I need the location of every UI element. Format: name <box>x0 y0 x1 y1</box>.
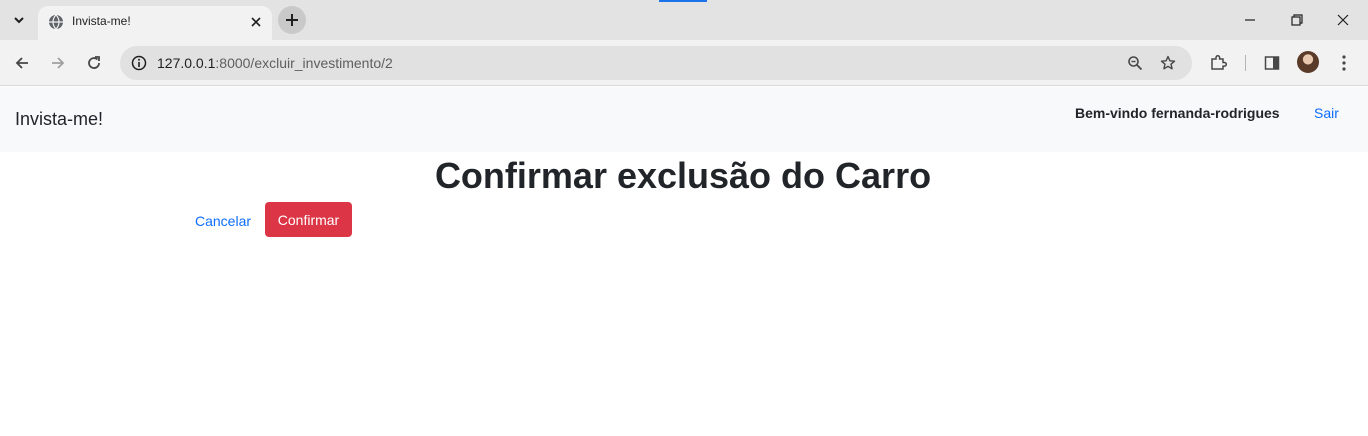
logout-link[interactable]: Sair <box>1314 105 1339 121</box>
browser-toolbar: 127.0.0.1:8000/excluir_investimento/2 <box>0 40 1368 86</box>
browser-tab[interactable]: Invista-me! <box>38 6 272 40</box>
minimize-icon[interactable] <box>1238 8 1262 32</box>
extensions-icon[interactable] <box>1204 49 1232 77</box>
back-icon[interactable] <box>8 49 36 77</box>
window-close-icon[interactable] <box>1331 8 1355 32</box>
plus-icon[interactable] <box>278 6 306 34</box>
restore-icon[interactable] <box>1285 8 1309 32</box>
browser-tab-strip: Invista-me! <box>0 0 1368 40</box>
brand-link[interactable]: Invista-me! <box>15 109 103 130</box>
forward-icon[interactable] <box>44 49 72 77</box>
tab-search-icon[interactable] <box>8 9 30 31</box>
info-icon[interactable] <box>128 52 150 74</box>
url-text[interactable]: 127.0.0.1:8000/excluir_investimento/2 <box>157 55 393 71</box>
site-navbar: Invista-me! Bem-vindo fernanda-rodrigues… <box>0 87 1368 152</box>
url-host: 127.0.0.1 <box>157 55 216 71</box>
page-title: Confirmar exclusão do Carro <box>434 155 932 196</box>
cancel-link[interactable]: Cancelar <box>195 213 251 229</box>
close-icon[interactable] <box>246 12 266 32</box>
zoom-icon[interactable] <box>1124 52 1146 74</box>
url-path: :8000/excluir_investimento/2 <box>215 55 393 71</box>
side-panel-icon[interactable] <box>1258 49 1286 77</box>
star-icon[interactable] <box>1157 52 1179 74</box>
tab-title: Invista-me! <box>72 14 131 28</box>
reload-icon[interactable] <box>80 49 108 77</box>
avatar[interactable] <box>1297 51 1319 73</box>
welcome-text: Bem-vindo fernanda-rodrigues <box>1075 105 1280 121</box>
tab-strip-accent <box>659 0 707 2</box>
address-bar[interactable]: 127.0.0.1:8000/excluir_investimento/2 <box>120 46 1192 80</box>
toolbar-separator <box>1245 55 1246 71</box>
globe-icon <box>48 14 64 30</box>
confirm-button[interactable]: Confirmar <box>265 202 352 237</box>
menu-icon[interactable] <box>1330 49 1358 77</box>
